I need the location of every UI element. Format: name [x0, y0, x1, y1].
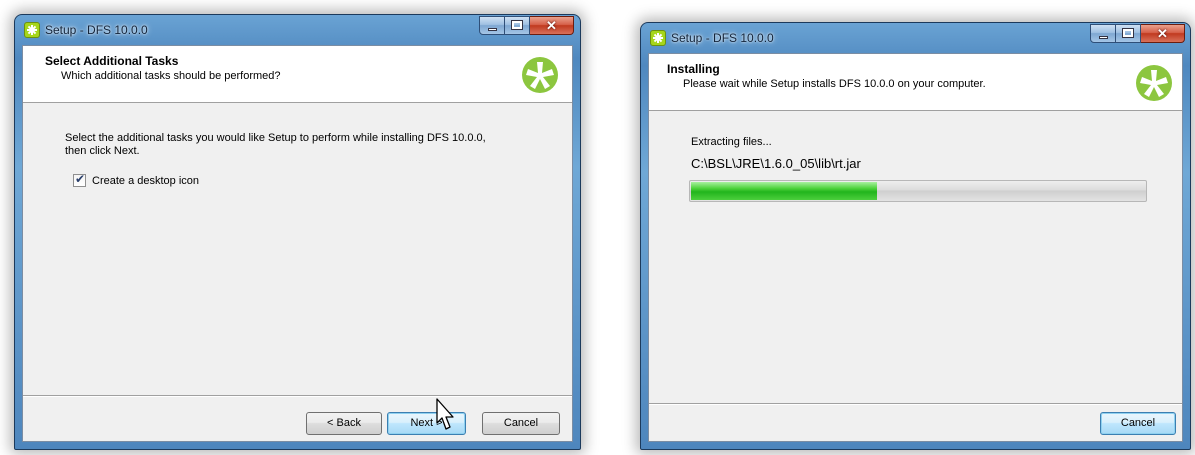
instruction-line-1: Select the additional tasks you would li…: [65, 132, 486, 144]
progress-fill: [691, 182, 878, 200]
back-button[interactable]: < Back: [306, 412, 382, 435]
install-progress-bar: [689, 180, 1147, 202]
page-title: Installing: [667, 62, 720, 76]
desktop-icon-checkbox[interactable]: ✔: [73, 172, 86, 187]
logo-icon: [1136, 65, 1172, 101]
close-icon: ✕: [546, 18, 557, 33]
page-subtitle: Please wait while Setup installs DFS 10.…: [683, 78, 986, 90]
footer-divider: [649, 403, 1182, 405]
window-title: Setup - DFS 10.0.0: [45, 23, 148, 37]
page-subtitle: Which additional tasks should be perform…: [61, 70, 281, 82]
window-title: Setup - DFS 10.0.0: [671, 31, 774, 45]
close-button[interactable]: ✕: [530, 16, 574, 35]
wizard-header: Select Additional Tasks Which additional…: [23, 46, 572, 103]
instruction-text: Select the additional tasks you would li…: [65, 132, 486, 158]
wizard-page: Select Additional Tasks Which additional…: [22, 45, 573, 442]
caption-buttons: ✕: [1090, 24, 1185, 43]
app-icon[interactable]: [24, 22, 40, 38]
maximize-button[interactable]: [505, 16, 530, 35]
close-icon: ✕: [1157, 26, 1168, 41]
current-file-path: C:\BSL\JRE\1.6.0_05\lib\rt.jar: [691, 156, 861, 171]
minimize-icon: [488, 28, 497, 31]
desktop-icon-option[interactable]: ✔ Create a desktop icon: [73, 172, 199, 187]
wizard-page: Installing Please wait while Setup insta…: [648, 53, 1183, 442]
title-bar[interactable]: Setup - DFS 10.0.0 ✕: [641, 23, 1190, 53]
minimize-button[interactable]: [479, 16, 505, 35]
minimize-button[interactable]: [1090, 24, 1116, 43]
cancel-button[interactable]: Cancel: [482, 412, 560, 435]
checkmark-icon: ✔: [75, 172, 86, 186]
setup-window-select-tasks: Setup - DFS 10.0.0 ✕ Select Additional T…: [14, 14, 581, 450]
close-button[interactable]: ✕: [1141, 24, 1185, 43]
maximize-icon: [512, 21, 522, 29]
desktop-icon-label[interactable]: Create a desktop icon: [92, 175, 199, 187]
setup-window-installing: Setup - DFS 10.0.0 ✕ Installing Please w…: [640, 22, 1191, 450]
minimize-icon: [1099, 36, 1108, 39]
footer-divider: [23, 395, 572, 397]
status-text: Extracting files...: [691, 136, 772, 148]
app-icon[interactable]: [650, 30, 666, 46]
title-bar[interactable]: Setup - DFS 10.0.0 ✕: [15, 15, 580, 45]
caption-buttons: ✕: [479, 16, 574, 35]
maximize-icon: [1123, 29, 1133, 37]
wizard-header: Installing Please wait while Setup insta…: [649, 54, 1182, 111]
mouse-cursor-icon: [436, 398, 454, 430]
page-title: Select Additional Tasks: [45, 54, 179, 68]
cancel-button[interactable]: Cancel: [1100, 412, 1176, 435]
instruction-line-2: then click Next.: [65, 145, 140, 157]
logo-icon: [522, 57, 558, 93]
maximize-button[interactable]: [1116, 24, 1141, 43]
